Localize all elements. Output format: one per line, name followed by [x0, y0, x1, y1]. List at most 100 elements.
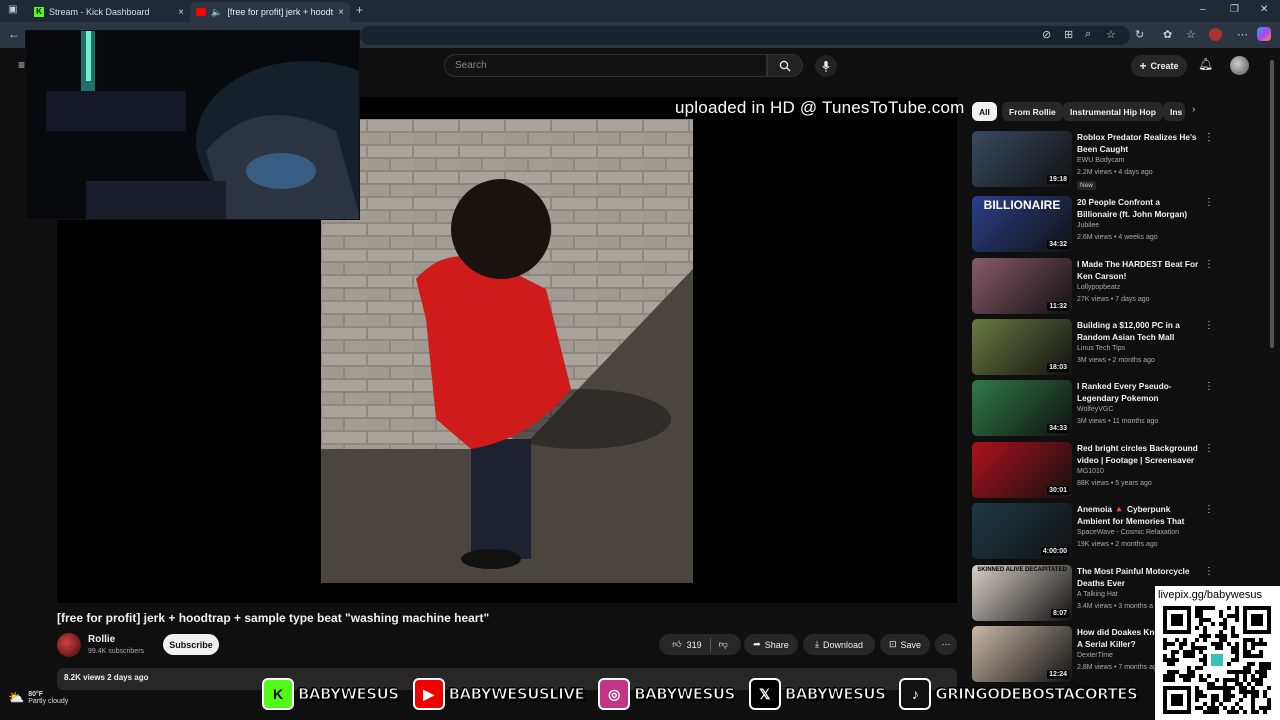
download-button[interactable]: ⤓ Download: [803, 634, 875, 655]
recommendation-meta: 27K views • 7 days ago: [1077, 296, 1150, 303]
close-icon[interactable]: ×: [338, 7, 344, 18]
microphone-icon: [822, 60, 830, 72]
video-thumbnail[interactable]: 12:24: [972, 626, 1072, 682]
more-vert-icon[interactable]: ⋮: [1204, 197, 1214, 208]
recommendation-channel[interactable]: Jubilee: [1077, 222, 1099, 229]
tab-youtube-video[interactable]: 🔈 [free for profit] jerk + hoodt ×: [190, 2, 350, 22]
chip-partial[interactable]: Ins: [1163, 102, 1185, 121]
zoom-icon[interactable]: ⌕: [1085, 28, 1091, 41]
video-thumbnail[interactable]: 18:03: [972, 319, 1072, 375]
more-vert-icon[interactable]: ⋮: [1204, 381, 1214, 392]
create-button[interactable]: + Create: [1131, 55, 1187, 77]
social-handle-text: BABYWESUS: [784, 685, 886, 704]
video-thumbnail[interactable]: 30:01: [972, 442, 1072, 498]
duration-badge: 19:18: [1047, 175, 1069, 184]
more-vert-icon[interactable]: ⋮: [1204, 132, 1214, 143]
save-button[interactable]: ⊡ Save: [880, 634, 930, 655]
recommendation-channel[interactable]: A Talking Hat: [1077, 591, 1118, 598]
share-button[interactable]: ➦ Share: [744, 634, 798, 655]
like-count: 319: [686, 639, 702, 650]
recommendation-channel[interactable]: EWU Bodycam: [1077, 157, 1124, 164]
recommendation-channel[interactable]: WolfeyVGC: [1077, 406, 1113, 413]
back-arrow-icon[interactable]: ←: [8, 27, 20, 41]
recommendation-title[interactable]: I Ranked Every Pseudo-Legendary Pokemon: [1077, 381, 1199, 404]
tab-kick-dashboard[interactable]: K Stream - Kick Dashboard ×: [28, 2, 190, 22]
recommendation-title[interactable]: 20 People Confront a Billionaire (ft. Jo…: [1077, 197, 1199, 220]
channel-name[interactable]: Rollie: [88, 634, 115, 645]
new-tab-button[interactable]: +: [356, 3, 363, 17]
recommendation-channel[interactable]: DexterTime: [1077, 652, 1113, 659]
recommendation-item[interactable]: 4:00:00 Anemoia 🔺 Cyberpunk Ambient for M…: [972, 503, 1217, 561]
video-thumbnail[interactable]: 19:18: [972, 131, 1072, 187]
close-window-button[interactable]: ✕: [1260, 4, 1268, 15]
profile-avatar[interactable]: [1209, 28, 1222, 41]
channel-avatar[interactable]: [57, 633, 81, 657]
recommendation-channel[interactable]: Lollypopbeatz: [1077, 284, 1120, 291]
close-icon[interactable]: ×: [178, 7, 184, 18]
scrollbar[interactable]: [1270, 60, 1274, 348]
recommendation-channel[interactable]: Linus Tech Tips: [1077, 345, 1125, 352]
recommendation-channel[interactable]: MG1010: [1077, 468, 1104, 475]
recommendation-item[interactable]: 19:18 Roblox Predator Realizes He's Been …: [972, 131, 1217, 190]
recommendation-item[interactable]: 34:33 I Ranked Every Pseudo-Legendary Pok…: [972, 380, 1217, 438]
chip-all[interactable]: All: [972, 102, 997, 121]
url-field[interactable]: [360, 26, 1130, 45]
recommendation-item[interactable]: BILLIONAIRE 34:32 20 People Confront a Bil…: [972, 196, 1217, 254]
more-vert-icon[interactable]: ⋮: [1204, 259, 1214, 270]
duration-badge: 18:03: [1047, 363, 1069, 372]
weather-widget[interactable]: ⛅ 80°F Partly cloudy: [8, 690, 68, 706]
more-vert-icon[interactable]: ⋮: [1204, 566, 1214, 577]
video-overlay-text: uploaded in HD @ TunesToTube.com: [675, 98, 965, 117]
restore-button[interactable]: ❐: [1230, 4, 1239, 15]
search-input[interactable]: Search: [444, 54, 767, 77]
copilot-icon[interactable]: [1257, 27, 1271, 41]
recommendation-channel[interactable]: SpaceWave - Cosmic Relaxation: [1077, 529, 1179, 536]
chevron-right-icon[interactable]: ›: [1192, 104, 1195, 115]
recommendation-title[interactable]: Roblox Predator Realizes He's Been Caugh…: [1077, 132, 1199, 155]
video-thumbnail[interactable]: SKINNED ALIVE DECAPITATED 8:07: [972, 565, 1072, 621]
duration-badge: 4:00:00: [1040, 547, 1069, 556]
more-vert-icon[interactable]: ⋮: [1204, 504, 1214, 515]
voice-search-button[interactable]: [815, 55, 837, 77]
app-icon[interactable]: ⊞: [1064, 28, 1073, 41]
refresh-icon[interactable]: ↻: [1135, 28, 1144, 41]
recommendation-title[interactable]: Building a $12,000 PC in a Random Asian …: [1077, 320, 1199, 343]
favorites-icon[interactable]: ☆: [1186, 28, 1196, 41]
tab-actions-icon[interactable]: ▣: [8, 4, 17, 15]
notifications-bell-icon[interactable]: 🔔︎: [1198, 57, 1213, 71]
thumbnail-text: BILLIONAIRE: [983, 198, 1061, 212]
tab-label: Stream - Kick Dashboard: [49, 7, 150, 17]
video-thumbnail[interactable]: 4:00:00: [972, 503, 1072, 559]
video-thumbnail[interactable]: BILLIONAIRE 34:32: [972, 196, 1072, 252]
thumbs-down-icon[interactable]: 👎︎: [719, 639, 728, 650]
menu-icon[interactable]: ≡: [18, 58, 25, 72]
recommendation-title[interactable]: I Made The HARDEST Beat For Ken Carson!: [1077, 259, 1199, 282]
recommendation-item[interactable]: 11:32 I Made The HARDEST Beat For Ken Car…: [972, 258, 1217, 316]
social-handles-banner: K BABYWESUS ▶ BABYWESUSLIVE ◎ BABYWESUS 𝕏 BABYW…: [262, 676, 1138, 712]
recommendation-title[interactable]: Anemoia 🔺 Cyberpunk Ambient for Memories…: [1077, 504, 1199, 528]
duration-badge: 34:33: [1047, 424, 1069, 433]
speaker-icon[interactable]: 🔈: [211, 7, 222, 18]
social-handle-text: BABYWESUSLIVE: [448, 685, 585, 704]
extensions-icon[interactable]: ✿: [1163, 28, 1172, 41]
favorite-star-icon[interactable]: ☆: [1106, 28, 1116, 41]
recommendation-item[interactable]: 30:01 Red bright circles Background video…: [972, 442, 1217, 500]
more-vert-icon[interactable]: ⋮: [1204, 320, 1214, 331]
chip-instrumental-hip-hop[interactable]: Instrumental Hip Hop: [1063, 102, 1163, 121]
recommendation-item[interactable]: 18:03 Building a $12,000 PC in a Random A…: [972, 319, 1217, 377]
more-vert-icon[interactable]: ⋮: [1204, 443, 1214, 454]
minimize-button[interactable]: –: [1200, 4, 1206, 15]
recommendation-title[interactable]: Red bright circles Background video | Fo…: [1077, 443, 1199, 466]
more-actions-button[interactable]: ⋯: [935, 634, 957, 655]
like-dislike-group: 👍︎ 319 👎︎: [659, 634, 741, 655]
more-menu-icon[interactable]: ⋯: [1237, 28, 1248, 41]
save-label: Save: [900, 639, 922, 650]
video-thumbnail[interactable]: 11:32: [972, 258, 1072, 314]
reader-icon[interactable]: ⊘: [1042, 28, 1051, 41]
subscribe-button[interactable]: Subscribe: [163, 634, 219, 655]
search-button[interactable]: [767, 54, 803, 77]
account-avatar[interactable]: [1230, 56, 1249, 75]
like-button[interactable]: 👍︎ 319: [672, 639, 701, 650]
video-thumbnail[interactable]: 34:33: [972, 380, 1072, 436]
chip-from-rollie[interactable]: From Rollie: [1002, 102, 1063, 121]
